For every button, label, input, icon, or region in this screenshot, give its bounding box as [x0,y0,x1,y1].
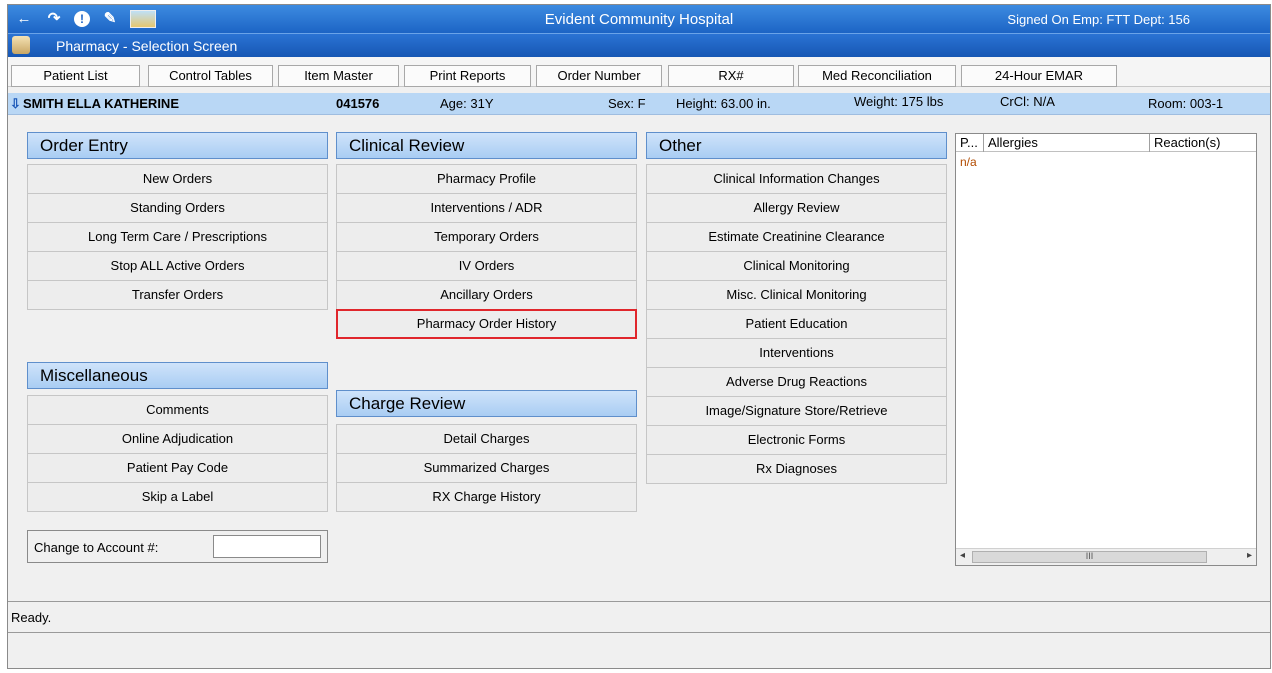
status-text: Ready. [11,610,52,625]
electronic-forms-button[interactable]: Electronic Forms [646,425,947,455]
scroll-right-icon[interactable]: ▸ [1247,550,1252,561]
transfer-orders-button[interactable]: Transfer Orders [27,280,328,310]
allergies-list[interactable]: P... Allergies Reaction(s) n/a ◂ III ▸ [955,133,1257,566]
account-number-input[interactable] [213,535,321,558]
med-reconciliation-button[interactable]: Med Reconciliation [798,65,956,87]
online-adjudication-button[interactable]: Online Adjudication [27,424,328,454]
patient-banner: ⇩ SMITH ELLA KATHERINE 041576 Age: 31Y S… [8,93,1270,115]
patient-crcl: CrCl: N/A [1000,94,1055,109]
allergy-row-value[interactable]: n/a [960,155,977,169]
screen-title-bar: Pharmacy - Selection Screen [8,33,1270,57]
comments-button[interactable]: Comments [27,395,328,425]
misc-clinical-monitoring-button[interactable]: Misc. Clinical Monitoring [646,280,947,310]
rx-charge-history-button[interactable]: RX Charge History [336,482,637,512]
iv-orders-button[interactable]: IV Orders [336,251,637,281]
column-header-allergies[interactable]: Allergies [984,134,1150,152]
control-tables-button[interactable]: Control Tables [148,65,273,87]
patient-list-button[interactable]: Patient List [11,65,140,87]
pharmacy-profile-button[interactable]: Pharmacy Profile [336,164,637,194]
patient-age: Age: 31Y [440,96,494,111]
standing-orders-button[interactable]: Standing Orders [27,193,328,223]
order-number-button[interactable]: Order Number [536,65,662,87]
screen-title: Pharmacy - Selection Screen [56,38,238,54]
interventions-button[interactable]: Interventions [646,338,947,368]
status-divider-top [8,601,1270,602]
scroll-thumb[interactable]: III [972,551,1207,563]
item-master-button[interactable]: Item Master [278,65,399,87]
status-divider-bottom [8,632,1270,633]
allergies-list-header: P... Allergies Reaction(s) [956,134,1256,152]
rx-diagnoses-button[interactable]: Rx Diagnoses [646,454,947,484]
title-bar: ← ↷ ! ✎ Evident Community Hospital Signe… [8,5,1270,33]
column-header-p[interactable]: P... [956,134,984,152]
patient-mrn: 041576 [336,96,380,111]
interventions-adr-button[interactable]: Interventions / ADR [336,193,637,223]
patient-room: Room: 003-1 [1148,96,1224,111]
stop-all-active-orders-button[interactable]: Stop ALL Active Orders [27,251,328,281]
rx-number-button[interactable]: RX# [668,65,794,87]
patient-weight: Weight: 175 lbs [854,94,944,109]
new-orders-button[interactable]: New Orders [27,164,328,194]
order-entry-header: Order Entry [27,132,328,159]
horizontal-scrollbar[interactable]: ◂ III ▸ [956,548,1256,565]
patient-education-button[interactable]: Patient Education [646,309,947,339]
pharmacy-order-history-button[interactable]: Pharmacy Order History [336,309,637,339]
patient-name: SMITH ELLA KATHERINE [23,96,179,111]
signed-on-info: Signed On Emp: FTT Dept: 156 [1007,12,1190,27]
24-hour-emar-button[interactable]: 24-Hour EMAR [961,65,1117,87]
column-header-reactions[interactable]: Reaction(s) [1150,134,1258,152]
skip-a-label-button[interactable]: Skip a Label [27,482,328,512]
clinical-review-header: Clinical Review [336,132,637,159]
allergy-review-button[interactable]: Allergy Review [646,193,947,223]
patient-sex: Sex: F [608,96,646,111]
estimate-creatinine-clearance-button[interactable]: Estimate Creatinine Clearance [646,222,947,252]
scroll-left-icon[interactable]: ◂ [960,550,965,561]
change-account-label: Change to Account #: [34,540,159,555]
patient-height: Height: 63.00 in. [676,96,771,111]
main-toolbar: Patient List Control Tables Item Master … [8,57,1270,87]
pharmacist-icon [12,36,30,54]
print-reports-button[interactable]: Print Reports [404,65,531,87]
patient-expand-icon[interactable]: ⇩ [10,96,21,112]
change-account-box: Change to Account #: [27,530,328,563]
clinical-monitoring-button[interactable]: Clinical Monitoring [646,251,947,281]
ancillary-orders-button[interactable]: Ancillary Orders [336,280,637,310]
charge-review-header: Charge Review [336,390,637,417]
app-window: ← ↷ ! ✎ Evident Community Hospital Signe… [7,4,1271,669]
detail-charges-button[interactable]: Detail Charges [336,424,637,454]
patient-pay-code-button[interactable]: Patient Pay Code [27,453,328,483]
clinical-information-changes-button[interactable]: Clinical Information Changes [646,164,947,194]
image-signature-store-button[interactable]: Image/Signature Store/Retrieve [646,396,947,426]
adverse-drug-reactions-button[interactable]: Adverse Drug Reactions [646,367,947,397]
temporary-orders-button[interactable]: Temporary Orders [336,222,637,252]
summarized-charges-button[interactable]: Summarized Charges [336,453,637,483]
miscellaneous-header: Miscellaneous [27,362,328,389]
long-term-care-button[interactable]: Long Term Care / Prescriptions [27,222,328,252]
other-header: Other [646,132,947,159]
